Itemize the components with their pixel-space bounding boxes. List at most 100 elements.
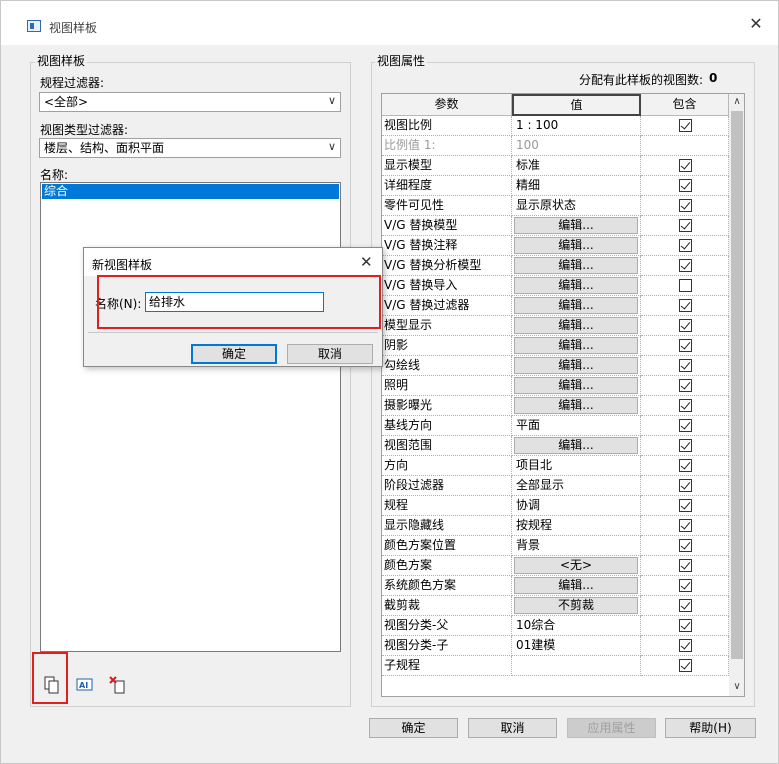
include-checkbox[interactable] xyxy=(679,159,692,172)
table-row[interactable]: 显示隐藏线 按规程 xyxy=(382,516,729,536)
close-icon[interactable]: ✕ xyxy=(360,253,373,271)
include-checkbox[interactable] xyxy=(679,519,692,532)
help-button[interactable]: 帮助(H) xyxy=(665,718,756,738)
list-item[interactable]: 综合 xyxy=(42,184,339,199)
table-row[interactable]: 阴影 编辑... xyxy=(382,336,729,356)
table-row[interactable]: 基线方向 平面 xyxy=(382,416,729,436)
table-row[interactable]: V/G 替换导入 编辑... xyxy=(382,276,729,296)
cancel-button[interactable]: 取消 xyxy=(468,718,557,738)
table-row[interactable]: 零件可见性 显示原状态 xyxy=(382,196,729,216)
scroll-down-icon[interactable]: ∨ xyxy=(731,680,743,694)
table-row[interactable]: 勾绘线 编辑... xyxy=(382,356,729,376)
table-row[interactable]: 截剪裁 不剪裁 xyxy=(382,596,729,616)
column-header-param[interactable]: 参数 xyxy=(382,94,512,116)
edit-value-button[interactable]: 编辑... xyxy=(514,397,638,414)
value-cell[interactable]: 01建模 xyxy=(512,636,641,656)
scroll-up-icon[interactable]: ∧ xyxy=(731,95,743,109)
table-row[interactable]: 视图比例 1 : 100 xyxy=(382,116,729,136)
table-row[interactable]: 照明 编辑... xyxy=(382,376,729,396)
include-checkbox[interactable] xyxy=(679,659,692,672)
include-checkbox[interactable] xyxy=(679,459,692,472)
edit-value-button[interactable]: <无> xyxy=(514,557,638,574)
table-row[interactable]: 视图分类-父 10综合 xyxy=(382,616,729,636)
table-row[interactable]: 模型显示 编辑... xyxy=(382,316,729,336)
table-row[interactable]: 子规程 xyxy=(382,656,729,676)
value-cell[interactable]: 全部显示 xyxy=(512,476,641,496)
include-checkbox[interactable] xyxy=(679,119,692,132)
include-checkbox[interactable] xyxy=(679,239,692,252)
table-row[interactable]: 方向 项目北 xyxy=(382,456,729,476)
include-checkbox[interactable] xyxy=(679,179,692,192)
edit-value-button[interactable]: 编辑... xyxy=(514,577,638,594)
include-checkbox[interactable] xyxy=(679,199,692,212)
include-checkbox[interactable] xyxy=(679,539,692,552)
include-checkbox[interactable] xyxy=(679,419,692,432)
include-checkbox[interactable] xyxy=(679,339,692,352)
edit-value-button[interactable]: 编辑... xyxy=(514,317,638,334)
table-row[interactable]: V/G 替换模型 编辑... xyxy=(382,216,729,236)
value-cell[interactable]: 1 : 100 xyxy=(512,116,641,136)
value-cell[interactable]: 显示原状态 xyxy=(512,196,641,216)
table-row[interactable]: 系统颜色方案 编辑... xyxy=(382,576,729,596)
table-row[interactable]: 比例值 1: 100 xyxy=(382,136,729,156)
value-cell[interactable] xyxy=(512,656,641,676)
include-checkbox[interactable] xyxy=(679,319,692,332)
edit-value-button[interactable]: 编辑... xyxy=(514,277,638,294)
rename-button[interactable]: AI xyxy=(74,674,96,696)
include-checkbox[interactable] xyxy=(679,439,692,452)
include-checkbox[interactable] xyxy=(679,359,692,372)
include-checkbox[interactable] xyxy=(679,219,692,232)
table-row[interactable]: V/G 替换注释 编辑... xyxy=(382,236,729,256)
include-checkbox[interactable] xyxy=(679,499,692,512)
include-checkbox[interactable] xyxy=(679,599,692,612)
delete-button[interactable] xyxy=(107,674,129,696)
value-cell[interactable]: 背景 xyxy=(512,536,641,556)
table-row[interactable]: 颜色方案位置 背景 xyxy=(382,536,729,556)
value-cell[interactable]: 协调 xyxy=(512,496,641,516)
ok-button[interactable]: 确定 xyxy=(369,718,458,738)
edit-value-button[interactable]: 编辑... xyxy=(514,237,638,254)
value-cell[interactable]: 按规程 xyxy=(512,516,641,536)
edit-value-button[interactable]: 编辑... xyxy=(514,217,638,234)
viewtype-filter-combo[interactable]: 楼层、结构、面积平面 ∨ xyxy=(39,138,341,158)
value-cell[interactable]: 10综合 xyxy=(512,616,641,636)
discipline-filter-combo[interactable]: <全部> ∨ xyxy=(39,92,341,112)
value-cell[interactable]: 平面 xyxy=(512,416,641,436)
apply-properties-button[interactable]: 应用属性 xyxy=(567,718,656,738)
dialog-ok-button[interactable]: 确定 xyxy=(191,344,277,364)
include-checkbox[interactable] xyxy=(679,559,692,572)
include-checkbox[interactable] xyxy=(679,639,692,652)
edit-value-button[interactable]: 编辑... xyxy=(514,337,638,354)
include-checkbox[interactable] xyxy=(679,259,692,272)
edit-value-button[interactable]: 编辑... xyxy=(514,437,638,454)
edit-value-button[interactable]: 编辑... xyxy=(514,357,638,374)
column-header-value[interactable]: 值 xyxy=(512,94,641,116)
value-cell[interactable]: 项目北 xyxy=(512,456,641,476)
properties-grid[interactable]: 参数 值 包含 视图比例 1 : 100 比例值 1: 100 显示模型 标准 详细程度 精细… xyxy=(381,93,745,697)
column-header-include[interactable]: 包含 xyxy=(641,94,729,116)
include-checkbox[interactable] xyxy=(679,299,692,312)
include-checkbox[interactable] xyxy=(679,399,692,412)
dialog-cancel-button[interactable]: 取消 xyxy=(287,344,373,364)
edit-value-button[interactable]: 不剪裁 xyxy=(514,597,638,614)
edit-value-button[interactable]: 编辑... xyxy=(514,377,638,394)
include-checkbox[interactable] xyxy=(679,379,692,392)
close-icon[interactable]: ✕ xyxy=(747,15,765,33)
table-row[interactable]: 显示模型 标准 xyxy=(382,156,729,176)
table-row[interactable]: 颜色方案 <无> xyxy=(382,556,729,576)
table-row[interactable]: 阶段过滤器 全部显示 xyxy=(382,476,729,496)
include-checkbox[interactable] xyxy=(679,579,692,592)
table-row[interactable]: V/G 替换过滤器 编辑... xyxy=(382,296,729,316)
edit-value-button[interactable]: 编辑... xyxy=(514,257,638,274)
edit-value-button[interactable]: 编辑... xyxy=(514,297,638,314)
value-cell[interactable]: 精细 xyxy=(512,176,641,196)
table-row[interactable]: 规程 协调 xyxy=(382,496,729,516)
table-row[interactable]: V/G 替换分析模型 编辑... xyxy=(382,256,729,276)
include-checkbox[interactable] xyxy=(679,619,692,632)
value-cell[interactable]: 标准 xyxy=(512,156,641,176)
table-row[interactable]: 视图分类-子 01建模 xyxy=(382,636,729,656)
table-row[interactable]: 详细程度 精细 xyxy=(382,176,729,196)
include-checkbox[interactable] xyxy=(679,479,692,492)
table-row[interactable]: 摄影曝光 编辑... xyxy=(382,396,729,416)
table-row[interactable]: 视图范围 编辑... xyxy=(382,436,729,456)
